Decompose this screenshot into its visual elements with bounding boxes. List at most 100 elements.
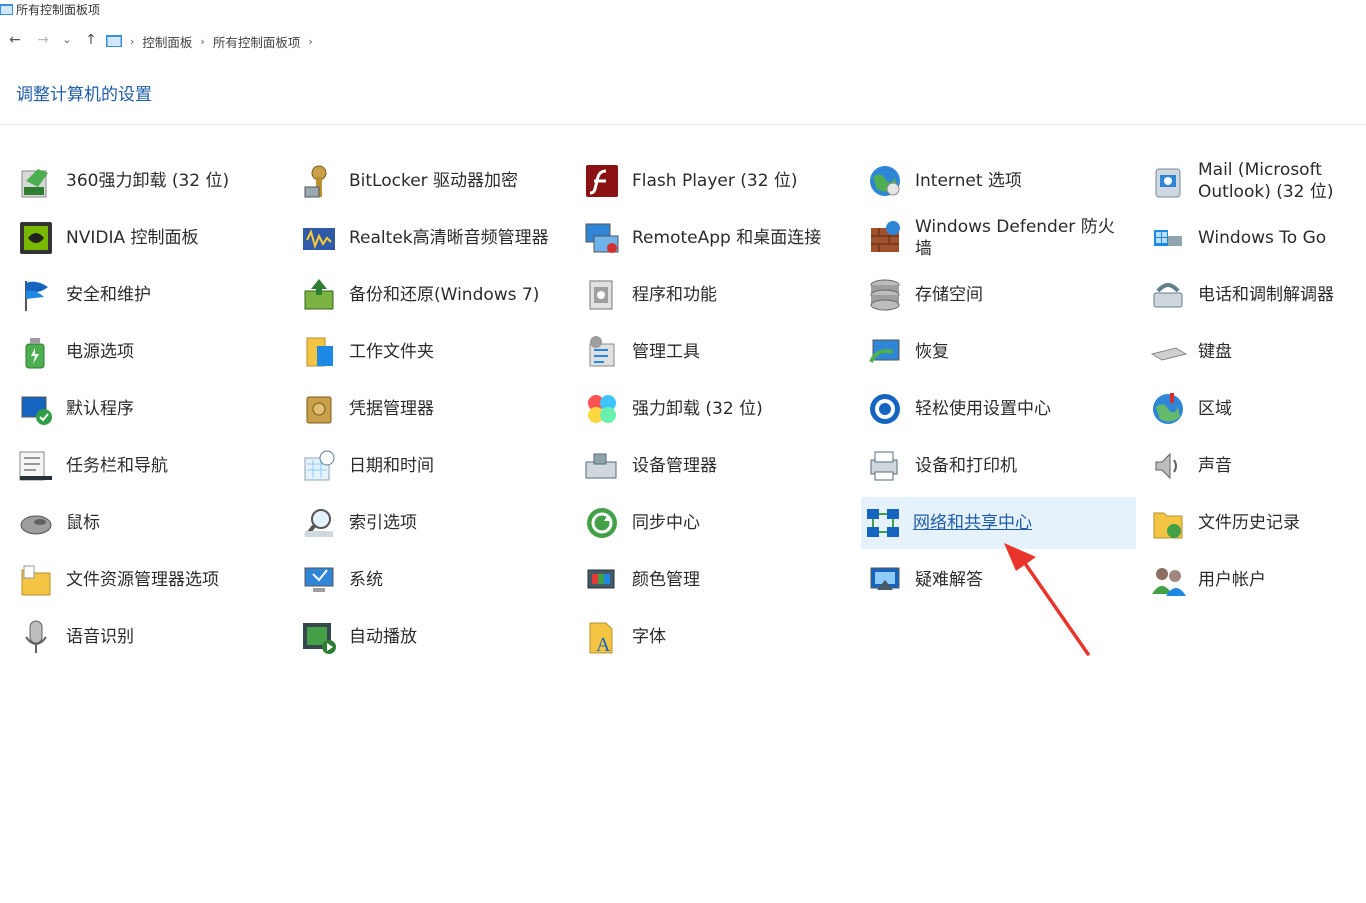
breadcrumb-all-items[interactable]: 所有控制面板项 [213,32,301,51]
control-panel-item-label: 索引选项 [349,513,417,533]
control-panel-item[interactable]: 文件历史记录 [1134,497,1366,549]
flash-player-icon [586,165,618,197]
control-panel-item-label: 同步中心 [632,513,700,533]
date-time-icon [304,450,335,481]
control-panel-item[interactable]: 恢复 [851,326,1126,378]
window-title: 所有控制面板项 [16,3,101,17]
control-panel-item-label: 凭据管理器 [349,399,434,419]
control-panel-item[interactable]: 轻松使用设置中心 [851,383,1126,435]
control-panel-item[interactable]: 区域 [1134,383,1366,435]
power-options-icon [25,338,45,369]
recent-locations-icon[interactable]: ⌄ [58,31,76,49]
control-panel-item[interactable]: Internet 选项 [851,155,1126,207]
breadcrumb-separator[interactable]: › [308,35,312,48]
control-panel-item[interactable]: 360强力卸载 (32 位) [2,155,277,207]
control-panel-item-label: 安全和维护 [66,285,151,305]
control-panel-item[interactable]: Realtek高清晰音频管理器 [285,212,560,264]
control-panel-item[interactable]: 疑难解答 [851,554,1126,606]
file-history-icon [1153,512,1183,539]
control-panel-item-label: Flash Player (32 位) [632,171,798,191]
control-panel-item[interactable]: 程序和功能 [568,269,843,321]
control-panel-item[interactable]: 自动播放 [285,611,560,663]
control-panel-item[interactable]: Mail (Microsoft Outlook) (32 位) [1134,155,1366,207]
control-panel-item-label: 轻松使用设置中心 [915,399,1051,419]
control-panel-item[interactable]: 存储空间 [851,269,1126,321]
keyboard-icon [1150,347,1188,361]
control-panel-item[interactable]: Windows Defender 防火墙 [851,212,1126,264]
control-panel-item[interactable]: 键盘 [1134,326,1366,378]
default-programs-icon [21,396,52,425]
title-bar: 所有控制面板项 [0,0,1366,22]
svg-text:A: A [596,634,611,656]
control-panel-item[interactable]: 管理工具 [568,326,843,378]
recovery-icon [869,339,900,363]
explorer-options-icon [21,565,51,596]
control-panel-item-label: BitLocker 驱动器加密 [349,171,519,191]
control-panel-item-label: 管理工具 [632,342,700,362]
control-panel-icon [106,35,122,47]
control-panel-item-label: 任务栏和导航 [66,456,168,476]
control-panel-item[interactable]: 设备和打印机 [851,440,1126,492]
control-panel-item[interactable]: 索引选项 [285,497,560,549]
work-folders-icon [306,337,333,367]
control-panel-item-label: NVIDIA 控制面板 [66,228,199,248]
region-icon [1153,393,1183,424]
control-panel-item[interactable]: 安全和维护 [2,269,277,321]
breadcrumb-control-panel[interactable]: 控制面板 [142,32,192,51]
control-panel-item[interactable]: 系统 [285,554,560,606]
control-panel-item[interactable]: 日期和时间 [285,440,560,492]
admin-tools-icon [589,336,615,367]
control-panel-item-label: 设备和打印机 [915,456,1017,476]
control-panel-item[interactable]: 语音识别 [2,611,277,663]
control-panel-item[interactable]: Flash Player (32 位) [568,155,843,207]
control-panel-item[interactable]: 备份和还原(Windows 7) [285,269,560,321]
control-panel-item-label: 键盘 [1198,342,1232,362]
control-panel-item[interactable]: 鼠标 [2,497,277,549]
device-manager-icon [585,453,617,479]
control-panel-item-label: 日期和时间 [349,456,434,476]
control-panel-item-label: RemoteApp 和桌面连接 [632,228,822,248]
realtek-audio-icon [303,228,335,250]
windows-to-go-icon [1154,230,1182,246]
control-panel-item-label: 备份和还原(Windows 7) [349,285,540,305]
back-arrow-icon[interactable]: ← [6,31,24,49]
control-panel-item[interactable]: 声音 [1134,440,1366,492]
control-panel-item[interactable]: 设备管理器 [568,440,843,492]
control-panel-item[interactable]: 工作文件夹 [285,326,560,378]
clover-uninstall-icon [588,395,616,423]
control-panel-item[interactable]: 文件资源管理器选项 [2,554,277,606]
control-panel-item[interactable]: 用户帐户 [1134,554,1366,606]
up-arrow-icon[interactable]: ↑ [82,31,100,49]
color-management-icon [587,569,615,589]
control-panel-item-label: 疑难解答 [915,570,983,590]
devices-printers-icon [870,451,898,481]
control-panel-item[interactable]: 凭据管理器 [285,383,560,435]
control-panel-item[interactable]: Windows To Go [1134,212,1366,264]
control-panel-item[interactable]: 同步中心 [568,497,843,549]
indexing-icon [304,509,333,538]
control-panel-item-label: Internet 选项 [915,171,1022,191]
header-divider [0,124,1366,125]
control-panel-item[interactable]: 颜色管理 [568,554,843,606]
system-icon [304,567,334,592]
control-panel-item[interactable]: RemoteApp 和桌面连接 [568,212,843,264]
control-panel-item[interactable]: BitLocker 驱动器加密 [285,155,560,207]
troubleshooting-icon [870,567,900,590]
breadcrumb-separator: › [200,34,205,48]
control-panel-item-label: 系统 [349,570,383,590]
control-panel-item[interactable]: 任务栏和导航 [2,440,277,492]
control-panel-item[interactable]: 电源选项 [2,326,277,378]
control-panel-item-label: 电源选项 [66,342,134,362]
control-panel-item[interactable]: 强力卸载 (32 位) [568,383,843,435]
control-panel-item-label: 恢复 [915,342,949,362]
control-panel-item-label: 强力卸载 (32 位) [632,399,763,419]
forward-arrow-icon[interactable]: → [34,31,52,49]
mail-icon [1155,168,1181,198]
control-panel-item[interactable]: 网络和共享中心 [861,497,1136,549]
control-panel-item[interactable]: NVIDIA 控制面板 [2,212,277,264]
control-panel-item[interactable]: A 字体 [568,611,843,663]
control-panel-icon [0,4,13,15]
control-panel-item[interactable]: 电话和调制解调器 [1134,269,1366,321]
uninstall-360-icon [21,169,48,198]
control-panel-item[interactable]: 默认程序 [2,383,277,435]
